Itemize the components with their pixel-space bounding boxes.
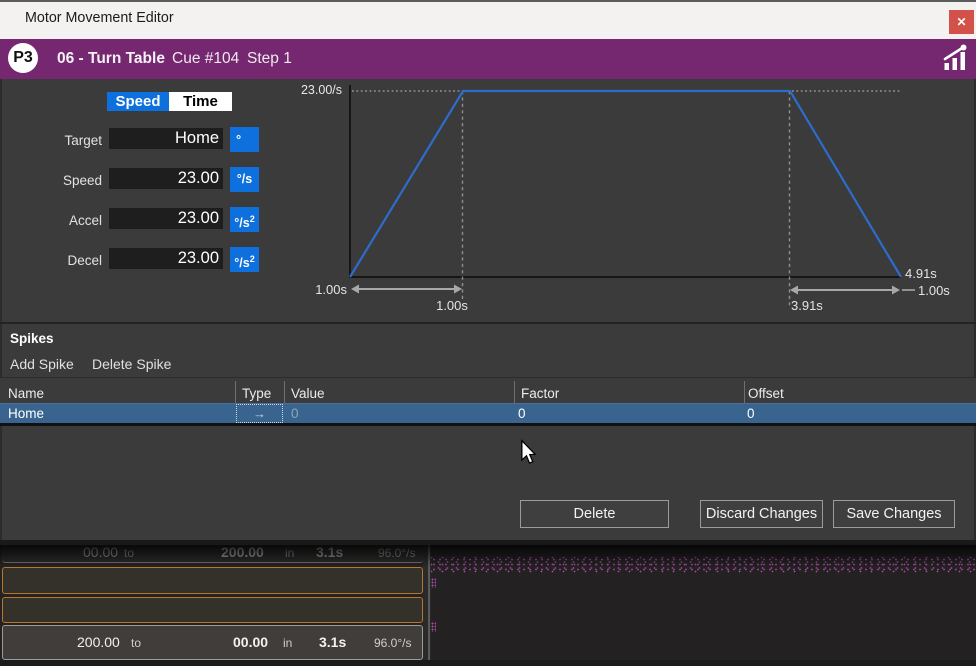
svg-text:1.00s: 1.00s bbox=[315, 282, 347, 297]
svg-text:23.00/s: 23.00/s bbox=[301, 83, 342, 97]
svg-text:1.00s: 1.00s bbox=[918, 283, 950, 298]
svg-text:4.91s: 4.91s bbox=[905, 266, 937, 281]
svg-text:1.00s: 1.00s bbox=[436, 298, 468, 313]
svg-text:3.91s: 3.91s bbox=[791, 298, 823, 313]
